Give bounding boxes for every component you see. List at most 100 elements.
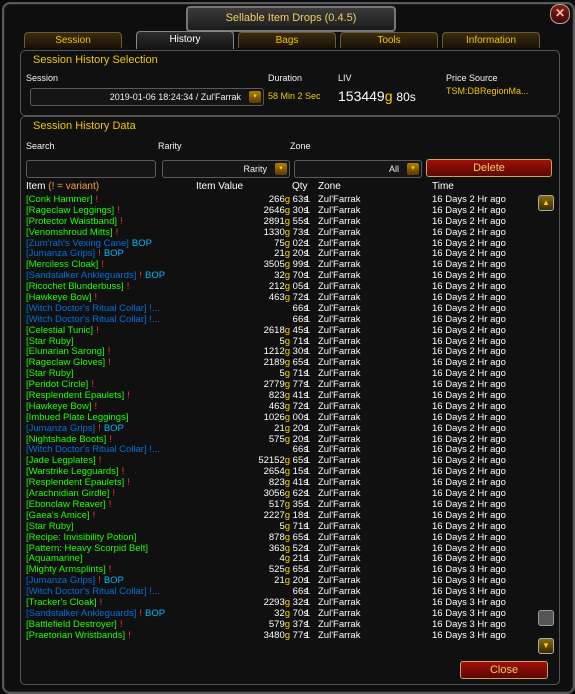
item-link[interactable]: [Jumanza Grips] xyxy=(26,249,95,259)
gold-amount: 2779 xyxy=(263,379,285,391)
zone-cell: Zul'Farrak xyxy=(318,629,361,641)
item-link[interactable]: [Pattern: Heavy Scorpid Belt] xyxy=(26,544,148,554)
item-link[interactable]: [Gaea's Amice] xyxy=(26,511,90,521)
column-zone[interactable]: Zone xyxy=(318,181,341,192)
variant-marker: ! xyxy=(98,423,101,434)
item-link[interactable]: [Witch Doctor's Ritual Collar] !... xyxy=(26,315,160,325)
item-link[interactable]: [Jumanza Grips] xyxy=(26,576,95,586)
item-link[interactable]: [Witch Doctor's Ritual Collar] !... xyxy=(26,304,160,314)
item-link[interactable]: [Jumanza Grips] xyxy=(26,424,95,434)
item-link[interactable]: [Hawkeye Bow] xyxy=(26,402,91,412)
item-link[interactable]: [Peridot Circle] xyxy=(26,380,88,390)
rarity-label: Rarity xyxy=(158,141,182,151)
chevron-down-icon[interactable]: ▾ xyxy=(275,163,287,175)
item-link[interactable]: [Mighty Armsplints] xyxy=(26,565,106,575)
item-cell: [Recipe: Invisibility Potion] xyxy=(26,533,198,544)
duration-label: Duration xyxy=(268,73,303,83)
delete-button[interactable]: Delete xyxy=(426,159,552,177)
item-link[interactable]: [Rageclaw Leggings] xyxy=(26,206,114,216)
item-link[interactable]: [Praetorian Wristbands] xyxy=(26,631,125,641)
close-button[interactable]: Close xyxy=(460,661,548,679)
gold-amount: 52152 xyxy=(258,455,285,467)
item-link[interactable]: [Rageclaw Gloves] xyxy=(26,358,105,368)
item-link[interactable]: [Merciless Cloak] xyxy=(26,260,98,270)
variant-marker: ! xyxy=(109,434,112,445)
close-icon[interactable]: ✕ xyxy=(550,4,570,24)
item-cell: [Pattern: Heavy Scorpid Belt] xyxy=(26,544,198,555)
variant-marker: ! xyxy=(95,195,99,205)
price-source-value[interactable]: TSM:DBRegionMa... xyxy=(446,86,529,96)
gold-amount: 579 xyxy=(268,618,285,630)
item-link[interactable]: [Warstrike Legguards] xyxy=(26,467,119,477)
zone-cell: Zul'Farrak xyxy=(318,422,361,434)
tab-session[interactable]: Session xyxy=(24,32,122,48)
item-link[interactable]: [Venomshroud Mitts] xyxy=(26,228,113,238)
column-value[interactable]: Item Value xyxy=(196,181,243,192)
item-link[interactable]: [Ebonclaw Reaver] xyxy=(26,500,106,510)
bop-badge: BOP xyxy=(103,249,124,260)
item-link[interactable]: [Protector Waistband] xyxy=(26,217,117,227)
column-item[interactable]: Item (! = variant) xyxy=(26,181,99,192)
item-link[interactable]: [Aquamarine] xyxy=(26,554,83,564)
session-dropdown[interactable]: 2019-01-06 18:24:34 / Zul'Farrak ▾ xyxy=(30,88,264,106)
item-link[interactable]: [Resplendent Epaulets] xyxy=(26,478,124,488)
item-link[interactable]: [Arachnidian Girdle] xyxy=(26,489,109,499)
item-link[interactable]: [Witch Doctor's Ritual Collar] !... xyxy=(26,587,160,597)
scroll-down-icon[interactable]: ▼ xyxy=(538,638,554,654)
item-link[interactable]: [Hawkeye Bow] xyxy=(26,293,91,303)
variant-marker: ! xyxy=(126,282,130,293)
chevron-down-icon[interactable]: ▾ xyxy=(407,163,419,175)
liv-value: 153449g 80s xyxy=(338,88,416,104)
item-link[interactable]: [Elunarian Sarong] xyxy=(26,347,105,357)
item-link[interactable]: [Nightshade Boots] xyxy=(26,435,106,445)
zone-dropdown[interactable]: All ▾ xyxy=(294,160,422,178)
item-link[interactable]: [Jade Legplates] xyxy=(26,456,96,466)
item-link[interactable]: [Resplendent Epaulets] xyxy=(26,391,124,401)
tab-tools[interactable]: Tools xyxy=(340,32,438,48)
variant-marker: ! xyxy=(91,380,94,391)
search-label: Search xyxy=(26,141,55,151)
item-cell: [Star Ruby] xyxy=(26,369,198,380)
gold-amount: 823 xyxy=(268,477,285,489)
item-cell: [Imbued Plate Leggings] xyxy=(26,413,198,424)
item-link[interactable]: [Star Ruby] xyxy=(26,337,74,347)
tab-history[interactable]: History xyxy=(136,31,234,49)
gold-amount: 2189 xyxy=(263,357,285,369)
scrollbar-thumb[interactable] xyxy=(538,610,554,626)
chevron-down-icon[interactable]: ▾ xyxy=(249,91,261,103)
gold-amount: 2891 xyxy=(263,215,285,227)
item-link[interactable]: [Zum'rah's Vexing Cane] xyxy=(26,239,129,249)
gold-amount: 21 xyxy=(274,248,285,260)
column-time[interactable]: Time xyxy=(432,181,454,192)
variant-marker: ! xyxy=(117,205,120,216)
item-link[interactable]: [Sandstalker Ankleguards] xyxy=(26,609,136,619)
item-link[interactable]: [Recipe: Invisibility Potion] xyxy=(26,533,136,543)
variant-marker: ! xyxy=(107,347,111,358)
session-value: 2019-01-06 18:24:34 / Zul'Farrak xyxy=(109,92,241,102)
item-link[interactable]: [Witch Doctor's Ritual Collar] !... xyxy=(26,445,160,455)
variant-marker: ! xyxy=(94,401,98,412)
item-link[interactable]: [Tracker's Cloak] xyxy=(26,598,97,608)
item-link[interactable]: [Ricochet Blunderbuss] xyxy=(26,282,124,292)
search-input[interactable] xyxy=(26,160,156,178)
rarity-dropdown[interactable]: Rarity ▾ xyxy=(162,160,290,178)
tab-information[interactable]: Information xyxy=(442,32,540,48)
scroll-up-icon[interactable]: ▲ xyxy=(538,195,554,211)
variant-marker: ! xyxy=(119,619,123,630)
tab-bags[interactable]: Bags xyxy=(238,32,336,48)
session-label: Session xyxy=(26,73,59,83)
item-link[interactable]: [Imbued Plate Leggings] xyxy=(26,413,128,423)
variant-marker: ! xyxy=(108,499,112,510)
item-link[interactable]: [Sandstalker Ankleguards] xyxy=(26,271,136,281)
time-cell: 16 Days 2 Hr ago xyxy=(432,520,506,532)
item-link[interactable]: [Star Ruby] xyxy=(26,522,74,532)
item-cell: [Warstrike Legguards]! xyxy=(26,467,198,478)
item-link[interactable]: [Star Ruby] xyxy=(26,369,74,379)
item-link[interactable]: [Conk Hammer] xyxy=(26,195,93,205)
item-cell: [Gaea's Amice]! xyxy=(26,511,198,522)
table-row[interactable]: [Praetorian Wristbands]! 3480g 77s 1 Zul'Fa… xyxy=(26,629,546,642)
item-link[interactable]: [Celestial Tunic] xyxy=(26,326,93,336)
column-qty[interactable]: Qty xyxy=(292,181,308,192)
item-link[interactable]: [Battlefield Destroyer] xyxy=(26,620,117,630)
zone-cell: Zul'Farrak xyxy=(318,531,361,543)
